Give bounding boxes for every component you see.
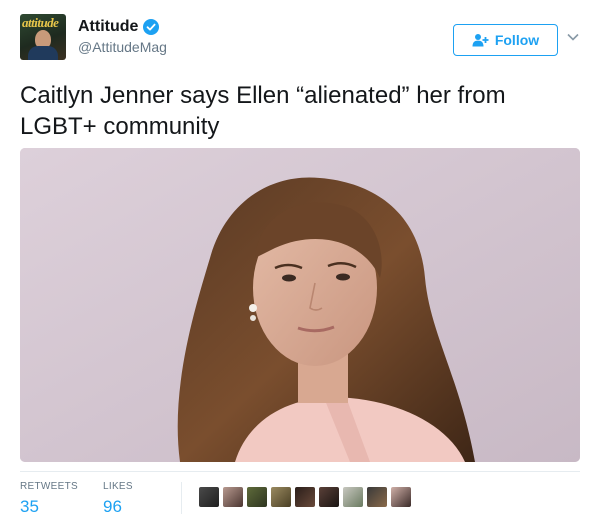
- user-handle[interactable]: @AttitudeMag: [78, 39, 167, 55]
- liker-avatars: [199, 487, 411, 507]
- tweet-photo[interactable]: [20, 148, 580, 462]
- follow-label: Follow: [494, 32, 540, 48]
- liker-avatar[interactable]: [319, 487, 339, 507]
- retweets-count: 35: [20, 497, 39, 516]
- liker-avatar[interactable]: [199, 487, 219, 507]
- liker-avatar[interactable]: [343, 487, 363, 507]
- follow-button[interactable]: Follow: [453, 24, 558, 56]
- likes-count: 96: [103, 497, 122, 516]
- follow-person-icon: [472, 34, 489, 47]
- liker-avatar[interactable]: [367, 487, 387, 507]
- retweets-label: RETWEETS: [20, 481, 78, 492]
- display-name[interactable]: Attitude: [78, 18, 138, 36]
- likes-stat[interactable]: LIKES 96: [103, 481, 133, 517]
- name-row: Attitude: [78, 17, 160, 37]
- liker-avatar[interactable]: [391, 487, 411, 507]
- retweets-stat[interactable]: RETWEETS 35: [20, 481, 78, 517]
- liker-avatar[interactable]: [247, 487, 267, 507]
- verified-badge-icon: [143, 19, 160, 35]
- avatar-body: [28, 46, 58, 60]
- portrait-illustration: [20, 148, 580, 462]
- tweet-header: attitude Attitude @AttitudeMag Follow: [20, 14, 586, 60]
- tweet-text: Caitlyn Jenner says Ellen “alienated” he…: [20, 82, 506, 140]
- stats-separator: [181, 482, 182, 514]
- liker-avatar[interactable]: [223, 487, 243, 507]
- likes-label: LIKES: [103, 481, 133, 492]
- avatar-masthead: attitude: [22, 15, 59, 30]
- liker-avatar[interactable]: [295, 487, 315, 507]
- chevron-down-icon[interactable]: [566, 30, 580, 44]
- avatar[interactable]: attitude: [20, 14, 66, 60]
- divider: [20, 471, 580, 472]
- liker-avatar[interactable]: [271, 487, 291, 507]
